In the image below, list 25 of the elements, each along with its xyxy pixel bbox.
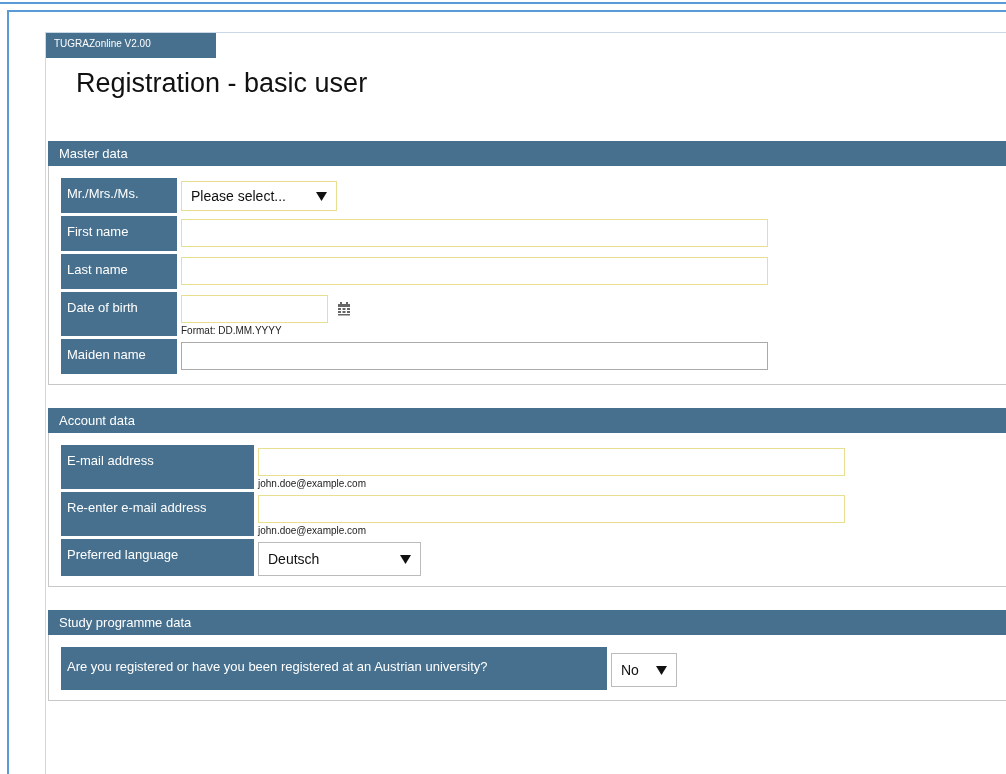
calendar-icon[interactable] <box>337 302 351 316</box>
field-label: E-mail address <box>61 445 254 489</box>
date-field[interactable] <box>181 295 328 323</box>
caret-icon <box>400 553 411 565</box>
dropdown[interactable]: No <box>611 653 677 687</box>
format-hint: john.doe@example.com <box>258 478 367 489</box>
format-hint: Format: DD.MM.YYYY <box>181 325 283 336</box>
field-label: Preferred language <box>61 539 254 576</box>
field-label: Maiden name <box>61 339 177 374</box>
dropdown[interactable]: Please select... <box>181 181 337 211</box>
field-label: Last name <box>61 254 177 289</box>
field-label: First name <box>61 216 177 251</box>
caret-icon <box>656 664 667 676</box>
dropdown[interactable]: Deutsch <box>258 542 421 576</box>
field-label: Date of birth <box>61 292 177 336</box>
field-label: Are you registered or have you been registered at an Austrian university? <box>61 647 607 690</box>
section-header: Account data <box>48 408 1006 433</box>
section-header: Master data <box>48 141 1006 166</box>
field-label: Mr./Mrs./Ms. <box>61 178 177 213</box>
format-hint: john.doe@example.com <box>258 525 367 536</box>
section-header: Study programme data <box>48 610 1006 635</box>
caret-icon <box>316 190 327 202</box>
page-title: Registration - basic user <box>76 68 369 100</box>
field-label: Re-enter e-mail address <box>61 492 254 536</box>
input-field[interactable] <box>181 342 768 370</box>
